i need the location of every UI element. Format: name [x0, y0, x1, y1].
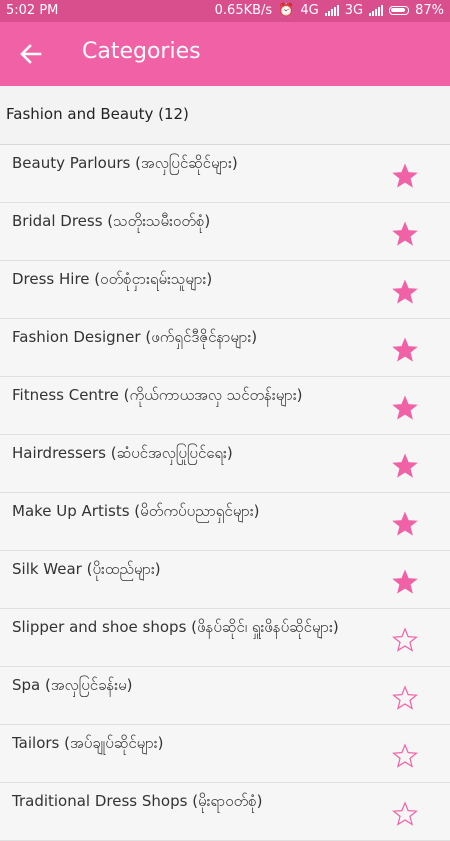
list-item[interactable]: Traditional Dress Shops (မိုးရာဝတ်စုံ) [0, 783, 450, 841]
battery-level: 87% [415, 3, 444, 18]
list-item[interactable]: Hairdressers (ဆံပင်အလှပြုပြင်ရေး) [0, 435, 450, 493]
network-2-label: 3G [344, 3, 364, 18]
star-filled-icon[interactable] [392, 279, 418, 305]
category-label: Dress Hire (ဝတ်စုံငှားရမ်းသူများ) [12, 270, 213, 288]
category-label: Make Up Artists (မိတ်ကပ်ပညာရှင်များ) [12, 502, 260, 520]
list-item[interactable]: Spa (အလှပြင်ခန်းမ) [0, 667, 450, 725]
arrow-left-icon [20, 44, 42, 64]
star-outline-icon[interactable] [392, 627, 418, 653]
status-time: 5:02 PM [6, 3, 59, 18]
page-title: Categories [82, 39, 201, 64]
list-item[interactable]: Fitness Centre (ကိုယ်ကာယအလှ သင်တန်းများ) [0, 377, 450, 435]
category-label: Tailors (အပ်ချုပ်ဆိုင်များ) [12, 734, 164, 752]
list-item[interactable]: Fashion Designer (ဖက်ရှင်ဒီဇိုင်နာများ) [0, 319, 450, 377]
category-list: Beauty Parlours (အလှပြင်ဆိုင်များ) Bridal… [0, 145, 450, 841]
section-title: Fashion and Beauty (12) [6, 105, 189, 123]
star-filled-icon[interactable] [392, 221, 418, 247]
star-filled-icon[interactable] [392, 453, 418, 479]
list-item[interactable]: Silk Wear (ပိုးထည်များ) [0, 551, 450, 609]
back-button[interactable] [14, 38, 50, 70]
category-label: Fitness Centre (ကိုယ်ကာယအလှ သင်တန်းများ) [12, 386, 303, 404]
category-label: Bridal Dress (သတိုးသမီးဝတ်စုံ) [12, 212, 211, 230]
network-1-label: 4G [300, 3, 319, 18]
signal-icon-2 [369, 5, 384, 16]
category-label: Fashion Designer (ဖက်ရှင်ဒီဇိုင်နာများ) [12, 328, 258, 346]
star-outline-icon[interactable] [392, 801, 418, 827]
category-label: Beauty Parlours (အလှပြင်ဆိုင်များ) [12, 154, 238, 172]
category-label: Slipper and shoe shops (ဖိနပ်ဆိုင်၊ ရှူး… [12, 618, 339, 636]
list-item[interactable]: Beauty Parlours (အလှပြင်ဆိုင်များ) [0, 145, 450, 203]
list-item[interactable]: Make Up Artists (မိတ်ကပ်ပညာရှင်များ) [0, 493, 450, 551]
star-filled-icon[interactable] [392, 511, 418, 537]
list-item[interactable]: Slipper and shoe shops (ဖိနပ်ဆိုင်၊ ရှူး… [0, 609, 450, 667]
app-bar: Categories [0, 22, 450, 86]
star-filled-icon[interactable] [392, 395, 418, 421]
network-speed: 0.65KB/s [214, 3, 273, 18]
status-bar: 5:02 PM 0.65KB/s ⏰ 4G 3G 87% [0, 0, 450, 22]
star-outline-icon[interactable] [392, 743, 418, 769]
category-label: Hairdressers (ဆံပင်အလှပြုပြင်ရေး) [12, 444, 233, 462]
star-filled-icon[interactable] [392, 337, 418, 363]
category-label: Silk Wear (ပိုးထည်များ) [12, 560, 161, 578]
signal-icon [324, 5, 339, 16]
category-label: Traditional Dress Shops (မိုးရာဝတ်စုံ) [12, 792, 263, 810]
list-item[interactable]: Tailors (အပ်ချုပ်ဆိုင်များ) [0, 725, 450, 783]
battery-icon [389, 6, 410, 15]
star-outline-icon[interactable] [392, 685, 418, 711]
star-filled-icon[interactable] [392, 163, 418, 189]
status-icons: 0.65KB/s ⏰ 4G 3G 87% [215, 3, 444, 18]
category-label: Spa (အလှပြင်ခန်းမ) [12, 676, 133, 694]
alarm-icon: ⏰ [278, 3, 295, 18]
section-header: Fashion and Beauty (12) [0, 86, 450, 145]
list-item[interactable]: Bridal Dress (သတိုးသမီးဝတ်စုံ) [0, 203, 450, 261]
list-item[interactable]: Dress Hire (ဝတ်စုံငှားရမ်းသူများ) [0, 261, 450, 319]
star-filled-icon[interactable] [392, 569, 418, 595]
